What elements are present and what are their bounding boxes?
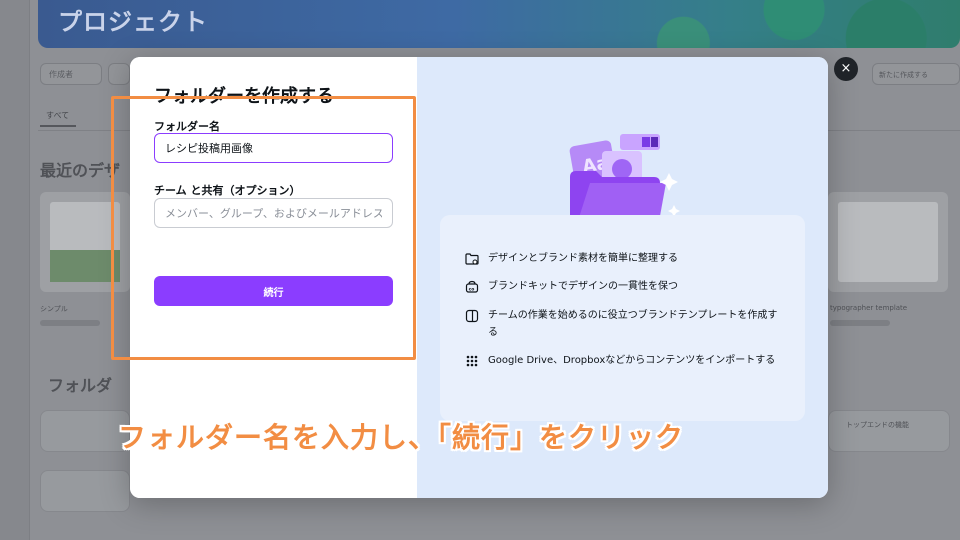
feature-item: デザインとブランド素材を簡単に整理する: [464, 251, 784, 267]
design-meta-right: [830, 320, 890, 326]
svg-text:co: co: [469, 287, 475, 292]
design-meta: [40, 320, 100, 326]
feature-item: Google Drive、Dropboxなどからコンテンツをインポートする: [464, 353, 784, 369]
folders-heading: フォルダ: [48, 376, 113, 395]
apps-grid-icon: [464, 353, 480, 369]
folder-title-right: トップエンドの機能: [846, 421, 909, 429]
brand-kit-icon: co: [464, 279, 480, 295]
share-input[interactable]: [154, 198, 393, 228]
share-label: チーム と共有（オプション）: [154, 184, 301, 197]
feature-item: co ブランドキットでデザインの一貫性を保つ: [464, 279, 784, 295]
folder-name-input[interactable]: [154, 133, 393, 163]
dialog-title: フォルダーを作成する: [154, 86, 334, 107]
feature-text: Google Drive、Dropboxなどからコンテンツをインポートする: [488, 355, 776, 366]
design-title-right: typographer template: [830, 304, 908, 312]
folder-settings-icon: [464, 251, 480, 267]
feature-text: ブランドキットでデザインの一貫性を保つ: [488, 281, 678, 292]
recent-designs-heading: 最近のデザ: [40, 161, 121, 180]
feature-item: チームの作業を始めるのに役立つブランドテンプレートを作成する: [464, 308, 784, 341]
feature-text: チームの作業を始めるのに役立つブランドテンプレートを作成する: [488, 310, 778, 338]
design-thumbnail[interactable]: [40, 192, 130, 292]
filter-pill[interactable]: [108, 63, 130, 85]
feature-text: デザインとブランド素材を簡単に整理する: [488, 253, 678, 264]
folder-name-label: フォルダー名: [154, 120, 220, 133]
design-thumbnail-right[interactable]: [828, 192, 948, 292]
template-icon: [464, 308, 480, 324]
tab-all[interactable]: すべて: [46, 110, 69, 121]
folder-row-right[interactable]: [828, 410, 950, 452]
close-button[interactable]: ×: [834, 57, 858, 81]
feature-list: デザインとブランド素材を簡単に整理する co ブランドキットでデザインの一貫性を…: [440, 215, 805, 421]
close-icon: ×: [840, 61, 852, 76]
annotation-caption: フォルダー名を入力し、「続行」をクリック: [118, 421, 685, 454]
tab-indicator: [40, 125, 76, 127]
owner-filter[interactable]: 作成者: [40, 63, 102, 85]
folder-row[interactable]: [40, 470, 130, 512]
design-title: シンプル: [40, 305, 68, 313]
create-new-button[interactable]: 新たに作成する: [872, 63, 960, 85]
folder-row[interactable]: [40, 410, 130, 452]
continue-button[interactable]: 続行: [154, 276, 393, 306]
left-sidebar: [0, 0, 30, 540]
page-title: プロジェクト: [58, 8, 208, 36]
